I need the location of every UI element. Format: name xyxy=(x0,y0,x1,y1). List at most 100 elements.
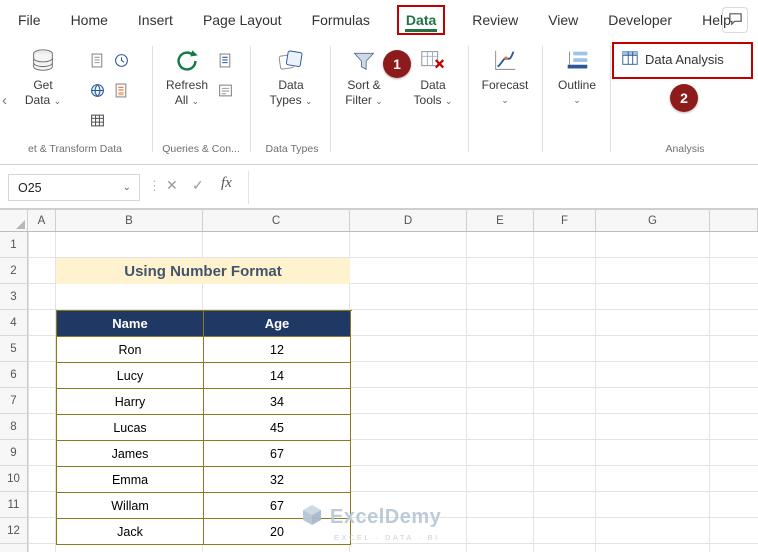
data-tools-button[interactable]: Data Tools ⌄ xyxy=(406,45,460,109)
from-sheet-button[interactable] xyxy=(110,82,132,104)
sort-filter-label-line1: Sort & xyxy=(347,78,381,92)
menu-tab-file[interactable]: File xyxy=(16,6,43,34)
text-file-icon xyxy=(90,53,105,73)
row-header-9[interactable]: 9 xyxy=(0,440,27,466)
cells-area[interactable]: 1 2 3 4 5 6 7 8 9 10 11 12 Using Number … xyxy=(0,232,758,552)
formula-input[interactable] xyxy=(250,169,758,206)
column-header-e[interactable]: E xyxy=(467,210,534,231)
cell-name[interactable]: Jack xyxy=(57,519,204,545)
globe-icon xyxy=(90,83,105,103)
select-all-corner[interactable] xyxy=(0,210,28,231)
from-web-button[interactable] xyxy=(86,82,108,104)
get-data-label-line2: Data xyxy=(24,93,51,107)
row-header-12[interactable]: 12 xyxy=(0,518,27,544)
menu-tab-formulas[interactable]: Formulas xyxy=(310,6,372,34)
cell-age[interactable]: 14 xyxy=(204,363,351,389)
column-header-g[interactable]: G xyxy=(596,210,710,231)
data-types-button[interactable]: Data Types ⌄ xyxy=(260,45,322,109)
cell-name[interactable]: Lucas xyxy=(57,415,204,441)
row-header-1[interactable]: 1 xyxy=(0,232,27,258)
cell-age[interactable]: 67 xyxy=(204,441,351,467)
recent-sources-button[interactable] xyxy=(110,52,132,74)
excel-window: File Home Insert Page Layout Formulas Da… xyxy=(0,0,758,552)
refresh-all-label-line1: Refresh xyxy=(165,78,209,92)
table-row: Willam 67 xyxy=(57,493,352,519)
cell-age[interactable]: 12 xyxy=(204,337,351,363)
menu-tab-review[interactable]: Review xyxy=(470,6,520,34)
table-row: Harry 34 xyxy=(57,389,352,415)
cell-name[interactable]: Emma xyxy=(57,467,204,493)
active-tab-underline xyxy=(404,29,438,32)
row-header-7[interactable]: 7 xyxy=(0,388,27,414)
menu-tab-view[interactable]: View xyxy=(546,6,580,34)
menu-tab-developer[interactable]: Developer xyxy=(606,6,674,34)
menu-tab-insert[interactable]: Insert xyxy=(136,6,175,34)
data-tools-label-line2: Tools xyxy=(413,93,442,107)
column-header-c[interactable]: C xyxy=(203,210,350,231)
column-header-d[interactable]: D xyxy=(350,210,467,231)
table-header-age[interactable]: Age xyxy=(204,311,351,337)
comments-button[interactable] xyxy=(722,7,748,33)
menu-tab-page-layout[interactable]: Page Layout xyxy=(201,6,284,34)
row-headers: 1 2 3 4 5 6 7 8 9 10 11 12 xyxy=(0,232,28,552)
group-separator xyxy=(542,46,543,152)
cell-name[interactable]: Lucy xyxy=(57,363,204,389)
column-header-partial[interactable] xyxy=(710,210,758,231)
name-box[interactable]: O25 ⌄ xyxy=(8,174,140,201)
cell-age[interactable]: 20 xyxy=(204,519,351,545)
cell-name[interactable]: James xyxy=(57,441,204,467)
get-data-button[interactable]: Get Data ⌄ xyxy=(14,45,72,109)
row-header-6[interactable]: 6 xyxy=(0,362,27,388)
comment-icon xyxy=(728,11,743,29)
from-table-range-button[interactable] xyxy=(86,112,108,134)
table-header-row: Name Age xyxy=(57,311,352,337)
row-header-2[interactable]: 2 xyxy=(0,258,27,284)
table-row: Jack 20 xyxy=(57,519,352,545)
menu-tab-data[interactable]: Data xyxy=(396,5,446,35)
sort-filter-button[interactable]: Sort & Filter ⌄ xyxy=(336,45,392,109)
group-separator xyxy=(330,46,331,152)
row-header-11[interactable]: 11 xyxy=(0,492,27,518)
forecast-button[interactable]: Forecast ⌄ xyxy=(476,45,534,108)
cell-age[interactable]: 67 xyxy=(204,493,351,519)
group-label-analysis: Analysis xyxy=(665,143,705,155)
refresh-all-button[interactable]: Refresh All ⌄ xyxy=(158,45,216,109)
cell-age[interactable]: 45 xyxy=(204,415,351,441)
row-header-3[interactable]: 3 xyxy=(0,284,27,310)
row-header-5[interactable]: 5 xyxy=(0,336,27,362)
group-label-data-types: Data Types xyxy=(265,143,319,155)
insert-function-icon[interactable]: fx xyxy=(221,175,232,192)
enter-icon[interactable]: ✓ xyxy=(192,177,204,194)
cell-name[interactable]: Ron xyxy=(57,337,204,363)
dropdown-chevron-icon: ⌄ xyxy=(501,95,509,105)
data-types-label-line1: Data xyxy=(278,78,304,92)
row-header-4[interactable]: 4 xyxy=(0,310,27,336)
cell-age[interactable]: 32 xyxy=(204,467,351,493)
cancel-icon[interactable]: ✕ xyxy=(166,177,178,194)
from-text-file-button[interactable] xyxy=(86,52,108,74)
outline-button[interactable]: Outline ⌄ xyxy=(550,45,604,108)
name-box-chevron-icon[interactable]: ⌄ xyxy=(123,182,131,193)
dropdown-chevron-icon: ⌄ xyxy=(53,96,62,106)
column-header-a[interactable]: A xyxy=(28,210,56,231)
row-header-13-partial[interactable] xyxy=(0,544,27,552)
outline-icon xyxy=(563,45,591,75)
row-header-8[interactable]: 8 xyxy=(0,414,27,440)
queries-connections-button[interactable] xyxy=(214,52,236,74)
cell-name[interactable]: Willam xyxy=(57,493,204,519)
properties-button[interactable] xyxy=(214,82,236,104)
menu-tab-home[interactable]: Home xyxy=(69,6,110,34)
cell-name[interactable]: Harry xyxy=(57,389,204,415)
dropdown-chevron-icon: ⌄ xyxy=(444,96,453,106)
column-header-f[interactable]: F xyxy=(534,210,596,231)
title-cell[interactable]: Using Number Format xyxy=(56,258,350,284)
select-all-triangle-icon xyxy=(16,220,25,229)
cell-age[interactable]: 34 xyxy=(204,389,351,415)
formula-bar-divider xyxy=(248,171,249,204)
row-header-10[interactable]: 10 xyxy=(0,466,27,492)
column-headers: A B C D E F G xyxy=(0,210,758,232)
column-header-b[interactable]: B xyxy=(56,210,203,231)
collapse-ribbon-chevron-icon[interactable]: ‹ xyxy=(2,92,7,109)
table-row: Ron 12 xyxy=(57,337,352,363)
table-header-name[interactable]: Name xyxy=(57,311,204,337)
